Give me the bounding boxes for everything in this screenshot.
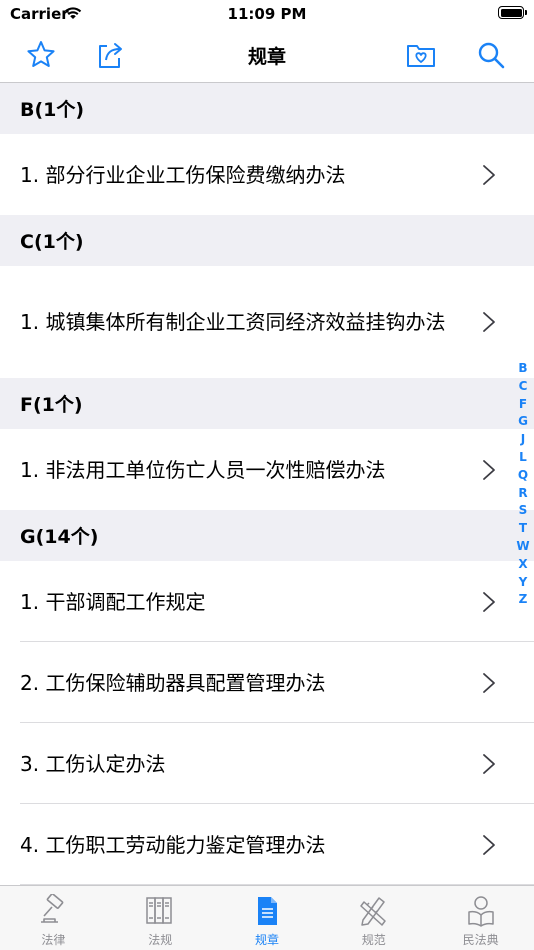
gavel-icon <box>41 894 64 923</box>
list-item-title: 3. 工伤认定办法 <box>20 751 166 776</box>
favorites-folder-icon[interactable] <box>404 38 438 72</box>
section-header-g: G(14个) <box>0 510 534 561</box>
index-letter-r[interactable]: R <box>518 485 527 503</box>
index-letter-f[interactable]: F <box>519 396 527 414</box>
search-icon[interactable] <box>474 38 508 72</box>
index-letter-w[interactable]: W <box>516 538 529 556</box>
list-item[interactable]: 2. 工伤保险辅助器具配置管理办法 <box>0 642 534 723</box>
battery-icon <box>498 6 527 19</box>
tab-regulations[interactable]: 法规 <box>107 886 214 950</box>
section-index[interactable]: B C F G J L Q R S T W X Y Z <box>516 360 530 609</box>
list-item-title: 2. 工伤保险辅助器具配置管理办法 <box>20 670 326 695</box>
status-bar: Carrier 11:09 PM <box>0 0 534 28</box>
tab-label: 法律 <box>41 933 66 947</box>
index-letter-y[interactable]: Y <box>519 574 528 592</box>
page-title: 规章 <box>247 46 286 68</box>
list-item-title: 1. 城镇集体所有制企业工资同经济效益挂钩办法 <box>20 310 446 334</box>
index-letter-x[interactable]: X <box>518 556 527 574</box>
reader-icon <box>467 896 494 927</box>
chevron-right-icon <box>483 834 495 855</box>
index-letter-q[interactable]: Q <box>518 467 528 485</box>
index-letter-c[interactable]: C <box>519 378 528 396</box>
chevron-right-icon <box>483 312 495 332</box>
chevron-right-icon <box>483 753 495 774</box>
index-letter-j[interactable]: J <box>521 431 525 449</box>
chevron-right-icon <box>483 459 495 480</box>
clock: 11:09 PM <box>227 5 307 23</box>
list-item-title: 1. 非法用工单位伤亡人员一次性赔偿办法 <box>20 457 386 482</box>
index-letter-g[interactable]: G <box>518 413 528 431</box>
list-item-title: 1. 部分行业企业工伤保险费缴纳办法 <box>20 162 346 187</box>
list-item[interactable]: 3. 工伤认定办法 <box>0 723 534 804</box>
list-item-title: 1. 干部调配工作规定 <box>20 589 206 614</box>
tab-laws[interactable]: 法律 <box>0 886 107 950</box>
tab-label: 法规 <box>148 933 173 947</box>
list-item[interactable]: 1. 非法用工单位伤亡人员一次性赔偿办法 <box>0 429 534 510</box>
list-item[interactable]: 4. 工伤职工劳动能力鉴定管理办法 <box>0 804 534 885</box>
tab-label: 规范 <box>361 933 386 947</box>
list-item[interactable]: 1. 部分行业企业工伤保险费缴纳办法 <box>0 134 534 215</box>
index-letter-b[interactable]: B <box>518 360 527 378</box>
index-letter-s[interactable]: S <box>519 502 528 520</box>
list-item-title: 4. 工伤职工劳动能力鉴定管理办法 <box>20 832 326 857</box>
tab-civil-code[interactable]: 民法典 <box>427 886 534 950</box>
section-header-b: B(1个) <box>0 83 534 134</box>
books-icon <box>146 897 172 924</box>
section-header-f: F(1个) <box>0 378 534 429</box>
list-item[interactable]: 1. 城镇集体所有制企业工资同经济效益挂钩办法 <box>0 266 534 378</box>
rules-document-icon <box>257 897 277 925</box>
tab-bar: 法律 法规 规章 规范 民法典 <box>0 885 534 950</box>
tab-rules[interactable]: 规章 <box>214 886 321 950</box>
index-letter-t[interactable]: T <box>519 520 527 538</box>
chevron-right-icon <box>483 591 495 612</box>
regulation-list[interactable]: B(1个) 1. 部分行业企业工伤保险费缴纳办法 C(1个) 1. 城镇集体所有… <box>0 83 534 885</box>
navigation-bar: 规章 <box>0 28 534 83</box>
index-letter-z[interactable]: Z <box>519 591 528 609</box>
section-header-c: C(1个) <box>0 215 534 266</box>
index-letter-l[interactable]: L <box>519 449 527 467</box>
tab-label: 民法典 <box>462 933 499 947</box>
list-item[interactable]: 1. 干部调配工作规定 <box>0 561 534 642</box>
chevron-right-icon <box>483 672 495 693</box>
pencil-ruler-icon <box>360 897 386 926</box>
tab-label: 规章 <box>254 933 279 947</box>
tab-norms[interactable]: 规范 <box>320 886 427 950</box>
chevron-right-icon <box>483 164 495 185</box>
